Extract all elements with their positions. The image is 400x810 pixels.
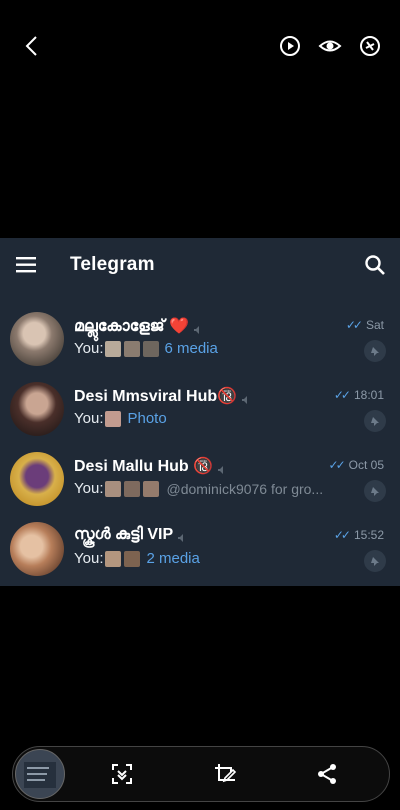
chat-name: Desi Mmsviral Hub🔞 (74, 386, 251, 406)
search-icon[interactable] (364, 254, 386, 276)
chevron-left-icon[interactable] (20, 34, 44, 58)
chat-row[interactable]: സ്കൂൾ കുട്ടി VIP ✓✓ 15:52 You: 2 media (0, 520, 400, 590)
chat-row[interactable]: മല്ലുകോളേജ് ❤️ ✓✓ Sat You: 6 media (0, 310, 400, 380)
pin-icon (364, 480, 386, 502)
chat-preview: You: @dominick9076 for gro... (74, 480, 323, 497)
pin-icon (364, 550, 386, 572)
screenshot-toolbar (12, 746, 390, 802)
media-thumbnail (105, 340, 122, 357)
avatar (10, 382, 64, 436)
eye-icon[interactable] (318, 34, 342, 58)
play-circle-icon[interactable] (278, 34, 302, 58)
sender-label: You: (74, 480, 104, 497)
chat-time: 15:52 (353, 528, 384, 542)
media-thumbnail (124, 480, 141, 497)
read-check-icon: ✓✓ (333, 388, 351, 402)
media-thumbnail (124, 550, 141, 567)
sender-label: You: (74, 410, 104, 427)
avatar (10, 312, 64, 366)
chat-meta: ✓✓ 18:01 (334, 388, 384, 402)
chat-name: സ്കൂൾ കുട്ടി VIP (74, 526, 187, 544)
viewer-topbar (0, 0, 400, 90)
avatar (10, 522, 64, 576)
mute-icon (193, 322, 203, 334)
mute-icon (241, 392, 251, 404)
sync-icon[interactable] (358, 34, 382, 58)
chat-meta: ✓✓ Oct 05 (329, 458, 384, 472)
media-thumbnail (143, 340, 160, 357)
telegram-screenshot: Telegram മല്ലുകോളേജ് ❤️ ✓✓ Sat You: 6 me… (0, 238, 400, 586)
chat-preview: You: 2 media (74, 550, 200, 567)
read-check-icon: ✓✓ (328, 458, 346, 472)
preview-text: 2 media (146, 550, 200, 567)
chat-name: Desi Mallu Hub 🔞 (74, 456, 227, 476)
chat-row[interactable]: Desi Mallu Hub 🔞 ✓✓ Oct 05 You: @dominic… (0, 450, 400, 520)
media-thumbnail (105, 550, 122, 567)
pin-icon (364, 410, 386, 432)
media-thumbnail (105, 410, 122, 427)
share-icon[interactable] (315, 762, 339, 786)
chat-meta: ✓✓ 15:52 (334, 528, 384, 542)
chat-name: മല്ലുകോളേജ് ❤️ (74, 316, 203, 336)
chat-meta: ✓✓ Sat (346, 318, 384, 332)
telegram-header: Telegram (0, 238, 400, 292)
hamburger-menu-icon[interactable] (16, 256, 38, 274)
sender-label: You: (74, 550, 104, 567)
topbar-actions (278, 34, 382, 58)
chat-time: Sat (365, 318, 384, 332)
mute-icon (217, 462, 227, 474)
read-check-icon: ✓✓ (333, 528, 351, 542)
scroll-capture-icon[interactable] (110, 762, 134, 786)
crop-edit-icon[interactable] (213, 762, 237, 786)
pin-icon (364, 340, 386, 362)
mute-icon (177, 530, 187, 542)
app-title: Telegram (70, 254, 155, 275)
read-check-icon: ✓✓ (345, 318, 363, 332)
media-thumbnail (105, 480, 122, 497)
preview-text: @dominick9076 for gro... (166, 480, 324, 497)
chat-time: 18:01 (353, 388, 384, 402)
media-thumbnail (124, 340, 141, 357)
chat-preview: You: 6 media (74, 340, 218, 357)
screenshot-thumbnail[interactable] (15, 749, 65, 799)
preview-text: Photo (127, 410, 167, 427)
chat-preview: You: Photo (74, 410, 167, 427)
media-thumbnail (143, 480, 160, 497)
chat-time: Oct 05 (348, 458, 384, 472)
chat-row[interactable]: Desi Mmsviral Hub🔞 ✓✓ 18:01 You: Photo (0, 380, 400, 450)
avatar (10, 452, 64, 506)
preview-text: 6 media (164, 340, 218, 357)
sender-label: You: (74, 340, 104, 357)
